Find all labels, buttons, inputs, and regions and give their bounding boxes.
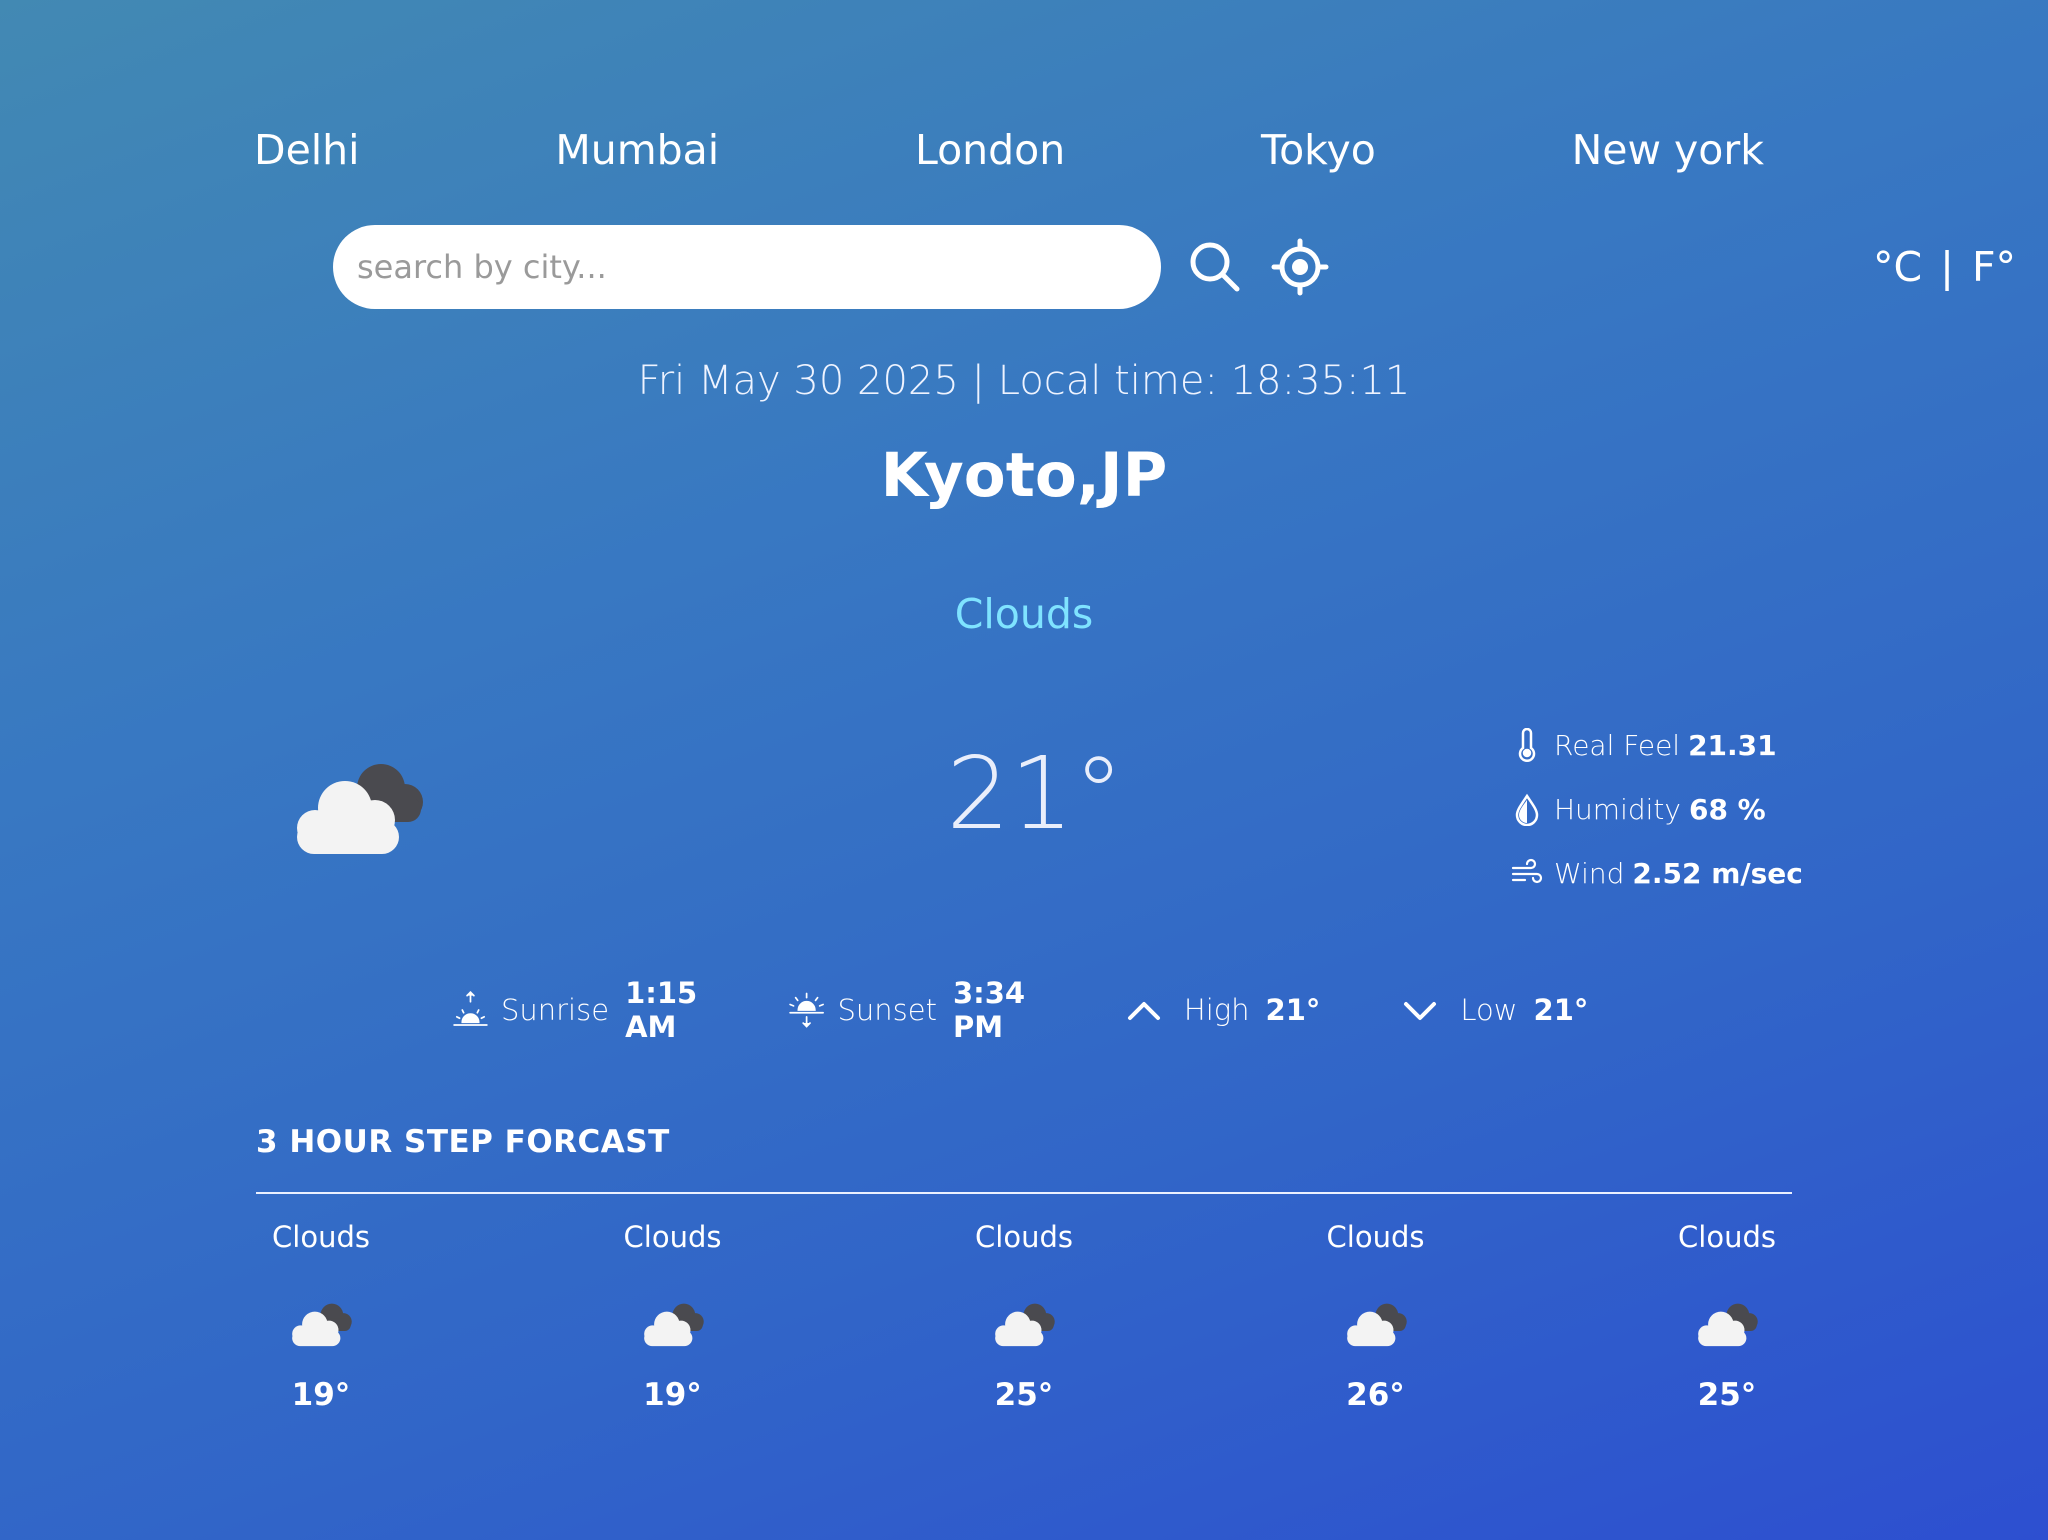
forecast-item: Clouds 26° bbox=[1311, 1217, 1441, 1417]
humidity-label: Humidity bbox=[1554, 792, 1681, 826]
low-value: 21° bbox=[1533, 993, 1589, 1027]
cloud-icon bbox=[643, 1303, 704, 1347]
sunrise-value: 1:15 AM bbox=[625, 976, 698, 1044]
wind-label: Wind bbox=[1554, 856, 1625, 890]
wind-value: 2.52 m/sec bbox=[1632, 856, 1803, 890]
celsius-button[interactable]: °C bbox=[1873, 243, 1922, 291]
real-feel-label: Real Feel bbox=[1554, 728, 1681, 762]
sunset-item: Sunset 3:34 PM bbox=[786, 976, 1044, 1044]
chevron-up-icon bbox=[1127, 1002, 1160, 1020]
humidity-drop-icon bbox=[1515, 793, 1539, 826]
weather-condition: Clouds bbox=[954, 590, 1094, 638]
forecast-title: 3 HOUR STEP FORCAST bbox=[256, 1124, 670, 1160]
search-row: °C | F° bbox=[333, 225, 2016, 309]
cloud-icon bbox=[283, 750, 433, 860]
city-link-delhi[interactable]: Delhi bbox=[254, 126, 360, 174]
unit-separator: | bbox=[1940, 243, 1954, 291]
cloud-icon bbox=[292, 1303, 352, 1347]
high-label: High bbox=[1183, 993, 1250, 1027]
city-link-mumbai[interactable]: Mumbai bbox=[555, 126, 719, 174]
city-link-tokyo[interactable]: Tokyo bbox=[1261, 126, 1376, 174]
forecast-condition: Clouds bbox=[623, 1220, 722, 1254]
forecast-item: Clouds 19° bbox=[256, 1217, 386, 1417]
forecast-condition: Clouds bbox=[975, 1220, 1073, 1254]
forecast-condition: Clouds bbox=[272, 1220, 370, 1254]
forecast-temp: 19° bbox=[291, 1377, 351, 1413]
wind-icon bbox=[1511, 858, 1543, 884]
city-link-london[interactable]: London bbox=[915, 126, 1065, 174]
humidity-value: 68 % bbox=[1688, 792, 1766, 826]
city-link-new-york[interactable]: New york bbox=[1572, 126, 1764, 174]
fahrenheit-button[interactable]: F° bbox=[1972, 243, 2016, 291]
high-item: High 21° bbox=[1114, 980, 1321, 1040]
thermometer-icon bbox=[1518, 728, 1536, 762]
wind-row: Wind 2.52 m/sec bbox=[1510, 841, 1803, 905]
low-label: Low bbox=[1460, 993, 1518, 1027]
forecast-temp: 26° bbox=[1346, 1377, 1405, 1413]
sunrise-label: Sunrise bbox=[500, 993, 610, 1027]
cloud-icon bbox=[1346, 1303, 1407, 1347]
weather-details: Real Feel 21.31 Humidity 68 % Wind 2.52 … bbox=[1510, 713, 1803, 905]
forecast-condition: Clouds bbox=[1678, 1220, 1776, 1254]
sunset-icon bbox=[789, 992, 825, 1028]
high-value: 21° bbox=[1265, 993, 1321, 1027]
cloud-icon bbox=[1698, 1303, 1758, 1347]
forecast-list: Clouds 19° Clouds 19° Clouds 25° Clouds … bbox=[256, 1217, 1792, 1417]
cloud-icon bbox=[995, 1303, 1055, 1347]
forecast-temp: 25° bbox=[1697, 1377, 1757, 1413]
local-datetime: Fri May 30 2025 | Local time: 18:35:11 bbox=[637, 358, 1411, 404]
sunrise-item: Sunrise 1:15 AM bbox=[450, 976, 716, 1044]
forecast-temp: 19° bbox=[643, 1377, 702, 1413]
forecast-item: Clouds 25° bbox=[1662, 1217, 1792, 1417]
forecast-divider bbox=[256, 1192, 1792, 1194]
location-crosshair-icon[interactable] bbox=[1270, 237, 1330, 297]
humidity-row: Humidity 68 % bbox=[1510, 777, 1803, 841]
low-item: Low 21° bbox=[1390, 980, 1588, 1040]
chevron-down-icon bbox=[1404, 1002, 1437, 1020]
search-icon[interactable] bbox=[1185, 237, 1245, 297]
unit-toggle: °C | F° bbox=[1873, 243, 2016, 291]
sunset-label: Sunset bbox=[837, 993, 937, 1027]
real-feel-value: 21.31 bbox=[1688, 728, 1777, 762]
search-input[interactable] bbox=[333, 225, 1161, 309]
sun-info-row: Sunrise 1:15 AM Sunset 3:34 PM High 21° … bbox=[450, 975, 1610, 1045]
sunrise-icon bbox=[453, 991, 488, 1026]
forecast-condition: Clouds bbox=[1326, 1220, 1425, 1254]
forecast-temp: 25° bbox=[994, 1377, 1054, 1413]
real-feel-row: Real Feel 21.31 bbox=[1510, 713, 1803, 777]
current-temperature: 21° bbox=[946, 735, 1124, 852]
forecast-item: Clouds 19° bbox=[608, 1217, 738, 1417]
city-nav: Delhi Mumbai London Tokyo New york bbox=[254, 120, 1764, 180]
location-title: Kyoto,JP bbox=[880, 440, 1168, 511]
sunset-value: 3:34 PM bbox=[952, 976, 1026, 1044]
forecast-item: Clouds 25° bbox=[959, 1217, 1089, 1417]
